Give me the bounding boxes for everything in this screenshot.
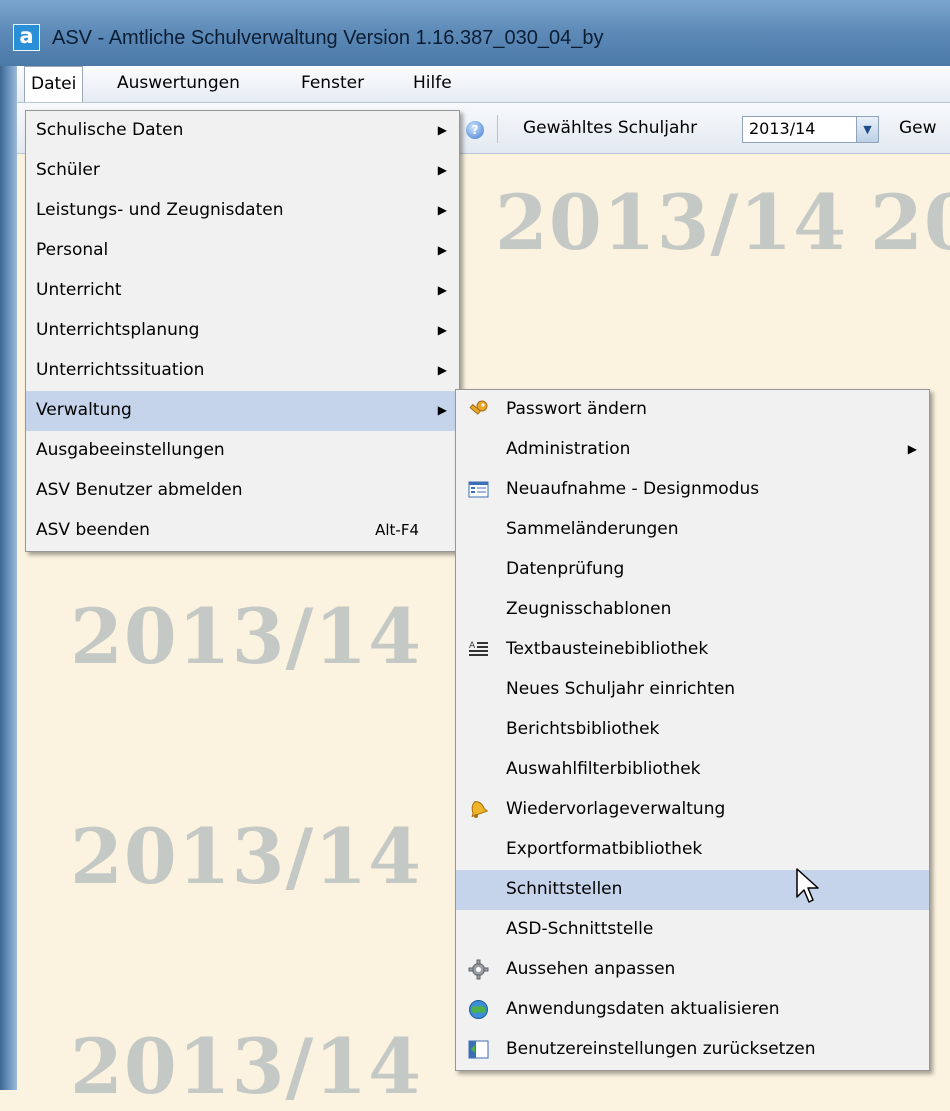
menu-item-textbausteinebibliothek[interactable]: A Textbausteinebibliothek: [456, 630, 929, 670]
menu-item-ausgabeeinstellungen[interactable]: Ausgabeeinstellungen: [26, 431, 459, 471]
menu-item-benutzer-abmelden[interactable]: ASV Benutzer abmelden: [26, 471, 459, 511]
menu-item-label: ASV beenden: [36, 520, 150, 540]
menu-item-schnittstellen[interactable]: Schnittstellen: [456, 870, 929, 910]
toolbar-label-truncated: Gew: [899, 118, 937, 138]
menu-item-label: Administration: [506, 439, 631, 459]
submenu-arrow-icon: ▶: [907, 442, 917, 456]
toolbar-separator: [497, 115, 498, 143]
menu-item-label: Textbausteinebibliothek: [506, 639, 709, 659]
menu-item-neuaufnahme-designmodus[interactable]: Neuaufnahme - Designmodus: [456, 470, 929, 510]
mouse-cursor-icon: [796, 868, 819, 903]
watermark-year: 2013/14: [70, 592, 423, 681]
menu-item-unterrichtsplanung[interactable]: Unterrichtsplanung ▶: [26, 311, 459, 351]
menu-item-label: Passwort ändern: [506, 399, 647, 419]
menu-auswertungen[interactable]: Auswertungen: [111, 66, 246, 100]
datei-menu: Schulische Daten ▶ Schüler ▶ Leistungs- …: [25, 110, 460, 552]
reset-settings-icon: [468, 1039, 489, 1060]
form-icon: [468, 479, 489, 500]
verwaltung-submenu: Passwort ändern Administration ▶ Neuaufn…: [455, 389, 930, 1071]
app-icon: a: [13, 24, 40, 51]
schuljahr-label: Gewähltes Schuljahr: [523, 118, 698, 138]
menu-item-label: Unterricht: [36, 280, 122, 300]
watermark-year: 2013/14: [70, 1022, 423, 1111]
menu-item-auswahlfilterbibliothek[interactable]: Auswahlfilterbibliothek: [456, 750, 929, 790]
globe-refresh-icon: [468, 999, 489, 1020]
menu-item-sammelaenderungen[interactable]: Sammeländerungen: [456, 510, 929, 550]
menu-item-exportformatbibliothek[interactable]: Exportformatbibliothek: [456, 830, 929, 870]
menu-item-label: Berichtsbibliothek: [506, 719, 660, 739]
menu-item-label: Aussehen anpassen: [506, 959, 676, 979]
menu-item-label: Ausgabeeinstellungen: [36, 440, 225, 460]
menu-item-label: Schnittstellen: [506, 879, 623, 899]
title-bar: a ASV - Amtliche Schulverwaltung Version…: [0, 0, 950, 66]
menu-item-label: Datenprüfung: [506, 559, 625, 579]
menu-item-label: Verwaltung: [36, 400, 132, 420]
menu-item-label: Neues Schuljahr einrichten: [506, 679, 736, 699]
menu-item-berichtsbibliothek[interactable]: Berichtsbibliothek: [456, 710, 929, 750]
watermark-year: 2013/14: [870, 178, 950, 267]
watermark-year: 2013/14: [495, 178, 848, 267]
chevron-down-icon[interactable]: ▼: [856, 117, 878, 142]
menu-item-label: Neuaufnahme - Designmodus: [506, 479, 760, 499]
menu-item-label: Leistungs- und Zeugnisdaten: [36, 200, 284, 220]
menu-item-schueler[interactable]: Schüler ▶: [26, 151, 459, 191]
menu-item-verwaltung[interactable]: Verwaltung ▶: [26, 391, 459, 431]
menu-hilfe[interactable]: Hilfe: [407, 66, 458, 100]
menu-item-unterrichtssituation[interactable]: Unterrichtssituation ▶: [26, 351, 459, 391]
menu-datei[interactable]: Datei: [24, 66, 84, 102]
menu-item-asv-beenden[interactable]: ASV beenden Alt-F4: [26, 511, 459, 551]
submenu-arrow-icon: ▶: [437, 123, 447, 137]
submenu-arrow-icon: ▶: [437, 403, 447, 417]
menu-item-label: Exportformatbibliothek: [506, 839, 703, 859]
menu-item-unterricht[interactable]: Unterricht ▶: [26, 271, 459, 311]
submenu-arrow-icon: ▶: [437, 203, 447, 217]
menu-item-label: Personal: [36, 240, 109, 260]
window-title: ASV - Amtliche Schulverwaltung Version 1…: [52, 27, 604, 49]
schuljahr-value: 2013/14: [749, 119, 816, 138]
menu-item-neues-schuljahr[interactable]: Neues Schuljahr einrichten: [456, 670, 929, 710]
menu-item-label: ASV Benutzer abmelden: [36, 480, 243, 500]
watermark-year: 2013/14: [70, 812, 423, 901]
gear-icon: [468, 959, 489, 980]
menu-item-personal[interactable]: Personal ▶: [26, 231, 459, 271]
key-icon: [468, 399, 489, 420]
menu-item-aussehen-anpassen[interactable]: Aussehen anpassen: [456, 950, 929, 990]
bell-icon: [468, 799, 489, 820]
submenu-arrow-icon: ▶: [437, 283, 447, 297]
menu-item-passwort-aendern[interactable]: Passwort ändern: [456, 390, 929, 430]
menu-item-leistungsdaten[interactable]: Leistungs- und Zeugnisdaten ▶: [26, 191, 459, 231]
submenu-arrow-icon: ▶: [437, 163, 447, 177]
menu-item-zeugnisschablonen[interactable]: Zeugnisschablonen: [456, 590, 929, 630]
menu-item-anwendungsdaten-aktualisieren[interactable]: Anwendungsdaten aktualisieren: [456, 990, 929, 1030]
menu-item-datenpruefung[interactable]: Datenprüfung: [456, 550, 929, 590]
svg-text:A: A: [469, 641, 476, 651]
menu-item-label: ASD-Schnittstelle: [506, 919, 654, 939]
submenu-arrow-icon: ▶: [437, 243, 447, 257]
help-icon[interactable]: ?: [466, 121, 484, 139]
menu-item-label: Unterrichtsplanung: [36, 320, 200, 340]
menu-item-label: Anwendungsdaten aktualisieren: [506, 999, 780, 1019]
menu-item-administration[interactable]: Administration ▶: [456, 430, 929, 470]
menu-fenster[interactable]: Fenster: [295, 66, 370, 100]
menu-item-label: Schulische Daten: [36, 120, 184, 140]
menu-item-asd-schnittstelle[interactable]: ASD-Schnittstelle: [456, 910, 929, 950]
menu-item-label: Unterrichtssituation: [36, 360, 205, 380]
text-block-icon: A: [468, 639, 489, 660]
menu-item-wiedervorlageverwaltung[interactable]: Wiedervorlageverwaltung: [456, 790, 929, 830]
menu-item-schulische-daten[interactable]: Schulische Daten ▶: [26, 111, 459, 151]
submenu-arrow-icon: ▶: [437, 323, 447, 337]
schuljahr-select[interactable]: 2013/14 ▼: [742, 116, 879, 143]
shortcut-label: Alt-F4: [375, 521, 419, 539]
menu-item-benutzereinstellungen-zuruecksetzen[interactable]: Benutzereinstellungen zurücksetzen: [456, 1030, 929, 1070]
menu-item-label: Auswahlfilterbibliothek: [506, 759, 701, 779]
menu-bar: Datei Auswertungen Fenster Hilfe: [17, 66, 950, 103]
menu-item-label: Schüler: [36, 160, 100, 180]
window-frame-left: [0, 66, 17, 1090]
menu-item-label: Wiedervorlageverwaltung: [506, 799, 726, 819]
menu-item-label: Zeugnisschablonen: [506, 599, 672, 619]
submenu-arrow-icon: ▶: [437, 363, 447, 377]
menu-item-label: Benutzereinstellungen zurücksetzen: [506, 1039, 816, 1059]
menu-item-label: Sammeländerungen: [506, 519, 679, 539]
